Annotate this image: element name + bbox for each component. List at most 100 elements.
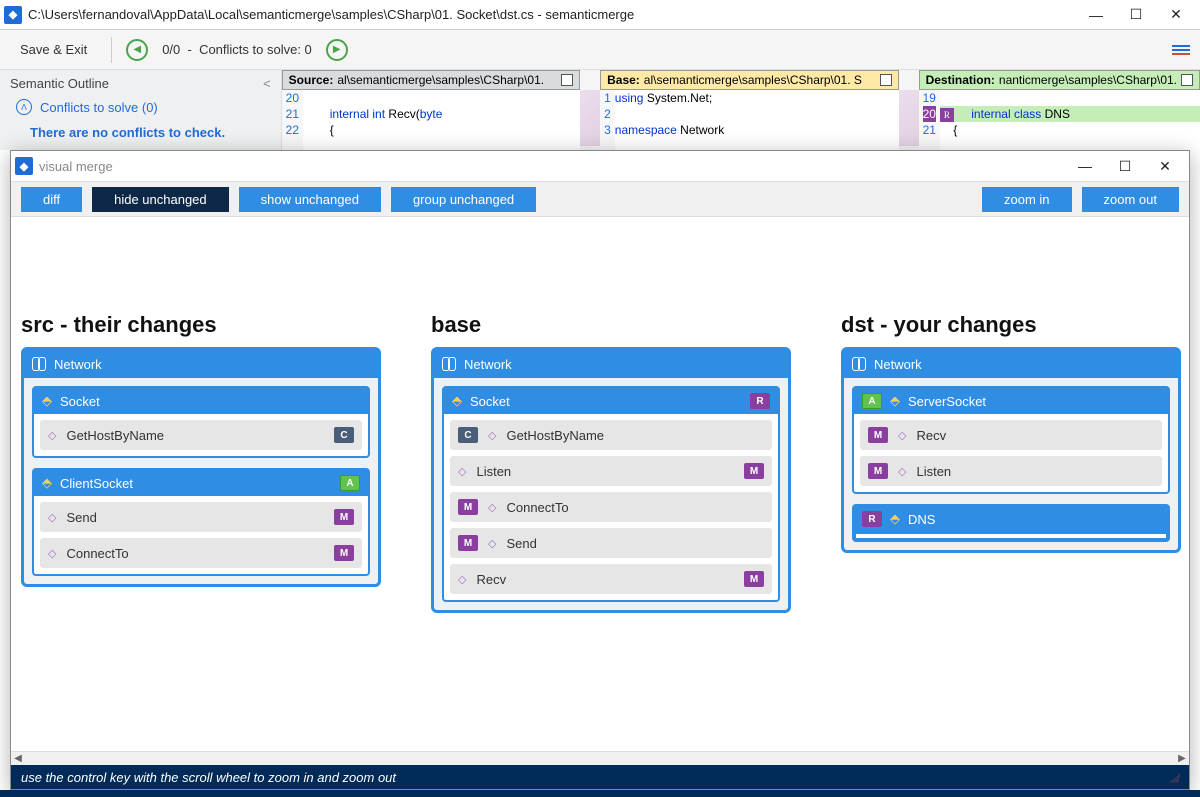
- base-socket-class[interactable]: ⬘SocketR C◇GetHostByName ◇ListenM M◇Conn…: [442, 386, 780, 602]
- vm-close-button[interactable]: ✕: [1145, 158, 1185, 175]
- vm-status-bar: use the control key with the scroll whee…: [11, 765, 1189, 789]
- method-listen[interactable]: ◇ListenM: [450, 456, 772, 486]
- dst-serversocket-class[interactable]: A⬘ServerSocket M◇Recv M◇Listen: [852, 386, 1170, 494]
- renamed-badge: R: [750, 393, 770, 409]
- method-send[interactable]: M◇Send: [450, 528, 772, 558]
- zoom-out-button[interactable]: zoom out: [1082, 187, 1179, 212]
- main-titlebar: ◆ C:\Users\fernandoval\AppData\Local\sem…: [0, 0, 1200, 30]
- swirl-decoration: [580, 90, 600, 146]
- vm-title: visual merge: [39, 159, 1065, 174]
- base-pane: Base: al\semanticmerge\samples\CSharp\01…: [600, 70, 898, 150]
- swirl-decoration: [899, 90, 919, 146]
- document-icon: [880, 74, 892, 86]
- vm-horizontal-scrollbar[interactable]: ◀ ▶: [11, 751, 1189, 765]
- show-unchanged-button[interactable]: show unchanged: [239, 187, 381, 212]
- diff-button[interactable]: diff: [21, 187, 82, 212]
- outline-collapse-button[interactable]: <: [263, 76, 271, 91]
- namespace-icon: [852, 357, 866, 371]
- method-connectto[interactable]: ◇ConnectToM: [40, 538, 362, 568]
- app-icon: ◆: [4, 6, 22, 24]
- method-icon: ◇: [898, 465, 906, 478]
- src-column-title: src - their changes: [21, 312, 217, 338]
- dst-network-card[interactable]: Network A⬘ServerSocket M◇Recv M◇Listen R…: [841, 347, 1181, 553]
- minimize-button[interactable]: —: [1076, 7, 1116, 23]
- vm-titlebar: ◆ visual merge — ☐ ✕: [11, 151, 1189, 181]
- resize-grip-icon[interactable]: ◢: [1169, 769, 1179, 785]
- modified-badge: M: [458, 535, 478, 551]
- base-code[interactable]: 123 using System.Net; namespace Network: [600, 90, 898, 150]
- window-title: C:\Users\fernandoval\AppData\Local\seman…: [28, 7, 1076, 22]
- next-conflict-button[interactable]: ▶: [326, 39, 348, 61]
- method-send[interactable]: ◇SendM: [40, 502, 362, 532]
- method-icon: ◇: [458, 465, 466, 478]
- vm-canvas[interactable]: src - their changes base dst - your chan…: [11, 217, 1189, 751]
- added-badge: A: [340, 475, 360, 491]
- class-icon: ⬘: [42, 475, 52, 491]
- dst-dns-class[interactable]: R⬘DNS: [852, 504, 1170, 542]
- src-socket-class[interactable]: ⬘Socket ◇GetHostByNameC: [32, 386, 370, 458]
- scroll-left-icon[interactable]: ◀: [11, 752, 25, 766]
- hide-unchanged-button[interactable]: hide unchanged: [92, 187, 229, 212]
- class-icon: ⬘: [452, 393, 462, 409]
- no-conflicts-text: There are no conflicts to check.: [30, 125, 271, 140]
- base-tab[interactable]: Base: al\semanticmerge\samples\CSharp\01…: [600, 70, 898, 90]
- destination-pane: Destination: nanticmerge\samples\CSharp\…: [919, 70, 1200, 150]
- modified-badge: M: [868, 427, 888, 443]
- source-code[interactable]: 202122 internal int Recv(byte {: [282, 90, 580, 150]
- vm-minimize-button[interactable]: —: [1065, 158, 1105, 174]
- conflicts-link[interactable]: Conflicts to solve (0): [40, 100, 158, 115]
- method-listen[interactable]: M◇Listen: [860, 456, 1162, 486]
- zoom-in-button[interactable]: zoom in: [982, 187, 1072, 212]
- src-clientsocket-class[interactable]: ⬘ClientSocketA ◇SendM ◇ConnectToM: [32, 468, 370, 576]
- class-icon: ⬘: [890, 511, 900, 527]
- maximize-button[interactable]: ☐: [1116, 6, 1156, 23]
- src-network-card[interactable]: Network ⬘Socket ◇GetHostByNameC ⬘ClientS…: [21, 347, 381, 587]
- base-network-card[interactable]: Network ⬘SocketR C◇GetHostByName ◇Listen…: [431, 347, 791, 613]
- method-recv[interactable]: M◇Recv: [860, 420, 1162, 450]
- vm-maximize-button[interactable]: ☐: [1105, 158, 1145, 175]
- semantic-outline-pane: Semantic Outline < ᐱ Conflicts to solve …: [0, 70, 282, 150]
- conflict-counter: 0/0 - Conflicts to solve: 0: [162, 42, 312, 57]
- method-icon: ◇: [48, 511, 56, 524]
- chevron-up-icon[interactable]: ᐱ: [16, 99, 32, 115]
- class-icon: ⬘: [890, 393, 900, 409]
- modified-badge: M: [458, 499, 478, 515]
- source-tab[interactable]: Source: al\semanticmerge\samples\CSharp\…: [282, 70, 580, 90]
- class-icon: ⬘: [42, 393, 52, 409]
- close-button[interactable]: ✕: [1156, 6, 1196, 23]
- save-exit-button[interactable]: Save & Exit: [10, 38, 97, 61]
- separator: [111, 37, 112, 63]
- modified-badge: M: [334, 509, 354, 525]
- method-gethostbyname[interactable]: ◇GetHostByNameC: [40, 420, 362, 450]
- method-icon: ◇: [48, 429, 56, 442]
- vm-toolbar: diff hide unchanged show unchanged group…: [11, 181, 1189, 217]
- method-icon: ◇: [488, 429, 496, 442]
- view-mode-icon[interactable]: [1172, 42, 1190, 58]
- method-gethostbyname[interactable]: C◇GetHostByName: [450, 420, 772, 450]
- source-pane: Source: al\semanticmerge\samples\CSharp\…: [282, 70, 580, 150]
- destination-code[interactable]: 19 20 21 R internal class DNS {: [919, 90, 1200, 150]
- method-icon: ◇: [48, 547, 56, 560]
- change-badge: C: [334, 427, 354, 443]
- modified-badge: M: [744, 463, 764, 479]
- document-icon: [561, 74, 573, 86]
- panes-row: Semantic Outline < ᐱ Conflicts to solve …: [0, 70, 1200, 150]
- method-connectto[interactable]: M◇ConnectTo: [450, 492, 772, 522]
- method-icon: ◇: [898, 429, 906, 442]
- modified-badge: M: [868, 463, 888, 479]
- method-icon: ◇: [488, 501, 496, 514]
- method-icon: ◇: [488, 537, 496, 550]
- main-status-peek: [0, 790, 1200, 797]
- method-recv[interactable]: ◇RecvM: [450, 564, 772, 594]
- connector-lines: [11, 217, 311, 367]
- modified-badge: M: [334, 545, 354, 561]
- renamed-badge: R: [862, 511, 882, 527]
- change-badge: C: [458, 427, 478, 443]
- prev-conflict-button[interactable]: ◀: [126, 39, 148, 61]
- group-unchanged-button[interactable]: group unchanged: [391, 187, 536, 212]
- method-icon: ◇: [458, 573, 466, 586]
- main-toolbar: Save & Exit ◀ 0/0 - Conflicts to solve: …: [0, 30, 1200, 70]
- destination-tab[interactable]: Destination: nanticmerge\samples\CSharp\…: [919, 70, 1200, 90]
- modified-badge: M: [744, 571, 764, 587]
- scroll-right-icon[interactable]: ▶: [1175, 752, 1189, 766]
